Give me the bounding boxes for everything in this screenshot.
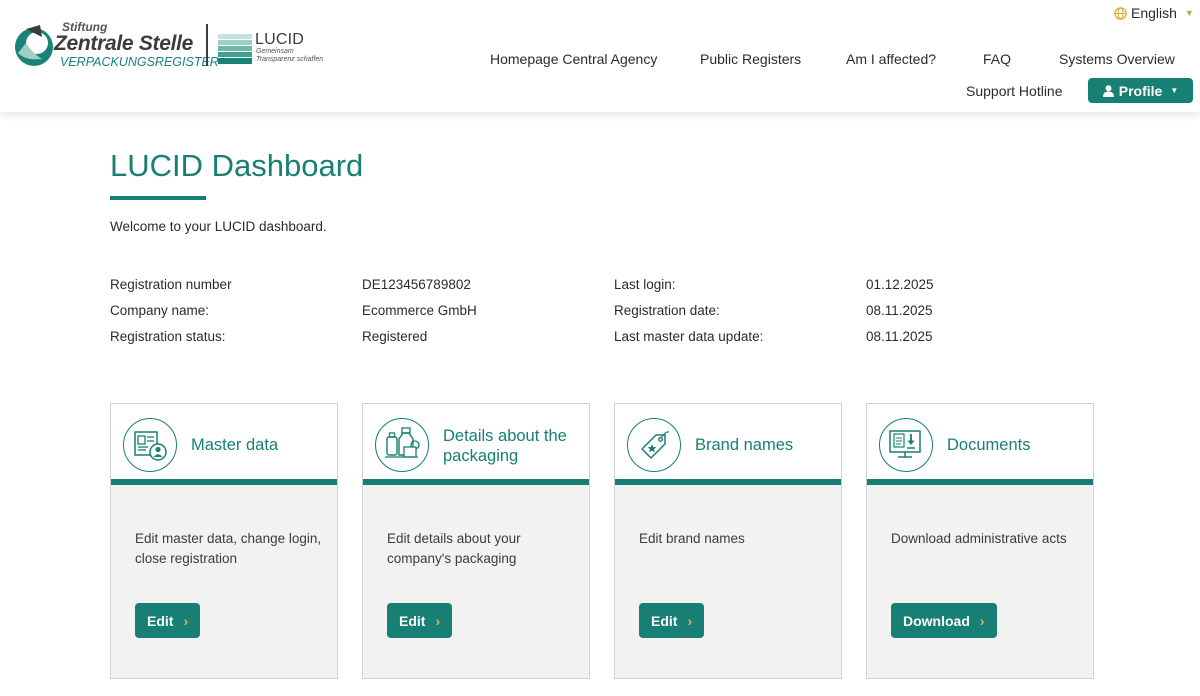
logo-divider: [206, 24, 208, 66]
download-documents-button[interactable]: Download ›: [891, 603, 997, 638]
edit-master-data-button[interactable]: Edit ›: [135, 603, 201, 638]
info-label-company-name: Company name:: [110, 303, 210, 318]
card-header: Documents: [867, 404, 1093, 485]
language-label: English: [1131, 5, 1177, 21]
lucid-tagline-2: Transparenz schaffen: [256, 56, 324, 63]
master-data-icon: [123, 418, 177, 472]
info-value-last-master-data-update: 08.11.2025: [866, 329, 933, 344]
lucid-logo[interactable]: LUCID Gemeinsam Transparenz schaffen: [218, 31, 328, 68]
master-data-icon-graphic: [134, 431, 167, 461]
documents-icon-graphic: [889, 430, 921, 458]
info-value-registration-status: Registered: [362, 329, 428, 344]
lucid-tagline-1: Gemeinsam: [256, 48, 294, 55]
page-title: LUCID Dashboard: [110, 148, 364, 183]
user-icon: [1102, 84, 1114, 97]
logo-zentrale-stelle-text: Zentrale Stelle: [54, 32, 194, 55]
brand-tag-icon: [627, 418, 681, 472]
welcome-text: Welcome to your LUCID dashboard.: [110, 219, 327, 234]
site-header: Stiftung Zentrale Stelle VERPACKUNGSREGI…: [0, 0, 1200, 112]
button-label: Edit: [147, 612, 174, 629]
chevron-right-icon: ›: [183, 612, 189, 629]
card-title: Brand names: [695, 436, 794, 454]
card-description: Edit master data, change login, close re…: [135, 531, 322, 566]
zentrale-stelle-logo-mark: [15, 25, 53, 66]
card-documents: Documents Download administrative acts D…: [866, 403, 1094, 679]
chevron-right-icon: ›: [435, 612, 441, 629]
nav-homepage-central-agency[interactable]: Homepage Central Agency: [490, 51, 657, 67]
card-description: Edit details about your company's packag…: [387, 531, 521, 566]
nav-support-hotline[interactable]: Support Hotline: [966, 83, 1063, 99]
button-label: Edit: [651, 612, 678, 629]
button-label: Edit: [399, 612, 426, 629]
nav-faq[interactable]: FAQ: [983, 51, 1011, 67]
documents-icon: [879, 418, 933, 472]
info-value-registration-number: DE123456789802: [362, 277, 471, 292]
globe-icon: [1114, 6, 1127, 20]
nav-systems-overview[interactable]: Systems Overview: [1059, 51, 1175, 67]
card-title: Documents: [947, 436, 1031, 454]
info-label-registration-date: Registration date:: [614, 303, 720, 318]
info-label-registration-number: Registration number: [110, 277, 232, 292]
packaging-icon-graphic: [385, 427, 420, 458]
card-header: Details about the packaging: [363, 404, 589, 485]
card-master-data: Master data Edit master data, change log…: [110, 403, 338, 679]
card-brand-names: Brand names Edit brand names Edit ›: [614, 403, 842, 679]
brand-tag-icon-graphic: [641, 431, 670, 459]
card-header: Master data: [111, 404, 337, 485]
nav-public-registers[interactable]: Public Registers: [700, 51, 801, 67]
chevron-down-icon: ▼: [1170, 86, 1179, 95]
button-label: Download: [903, 612, 970, 629]
card-description: Edit brand names: [639, 531, 745, 546]
info-label-last-master-data-update: Last master data update:: [614, 329, 764, 344]
title-underline: [110, 196, 206, 200]
info-value-last-login: 01.12.2025: [866, 277, 934, 292]
info-label-last-login: Last login:: [614, 277, 676, 292]
lucid-logo-text: LUCID: [255, 31, 305, 48]
language-selector[interactable]: English ▼: [1114, 5, 1194, 21]
chevron-right-icon: ›: [979, 612, 985, 629]
zentrale-stelle-logo[interactable]: Stiftung Zentrale Stelle VERPACKUNGSREGI…: [12, 20, 219, 72]
chevron-right-icon: ›: [687, 612, 693, 629]
card-header: Brand names: [615, 404, 841, 485]
card-description: Download administrative acts: [891, 531, 1067, 546]
info-value-registration-date: 08.11.2025: [866, 303, 933, 318]
logo-verpackungsregister-text: VERPACKUNGSREGISTER: [60, 55, 219, 69]
info-label-registration-status: Registration status:: [110, 329, 226, 344]
edit-packaging-button[interactable]: Edit ›: [387, 603, 453, 638]
info-value-company-name: Ecommerce GmbH: [362, 303, 477, 318]
card-title: Master data: [191, 436, 279, 454]
card-title: Details about the packaging: [443, 427, 567, 465]
packaging-icon: [375, 418, 429, 472]
edit-brand-names-button[interactable]: Edit ›: [639, 603, 705, 638]
nav-am-i-affected[interactable]: Am I affected?: [846, 51, 936, 67]
profile-button[interactable]: Profile ▼: [1088, 78, 1193, 103]
lucid-logo-mark: [218, 34, 252, 64]
profile-label: Profile: [1118, 82, 1163, 99]
chevron-down-icon: ▼: [1184, 8, 1194, 18]
card-packaging: Details about the packaging Edit details…: [362, 403, 590, 679]
